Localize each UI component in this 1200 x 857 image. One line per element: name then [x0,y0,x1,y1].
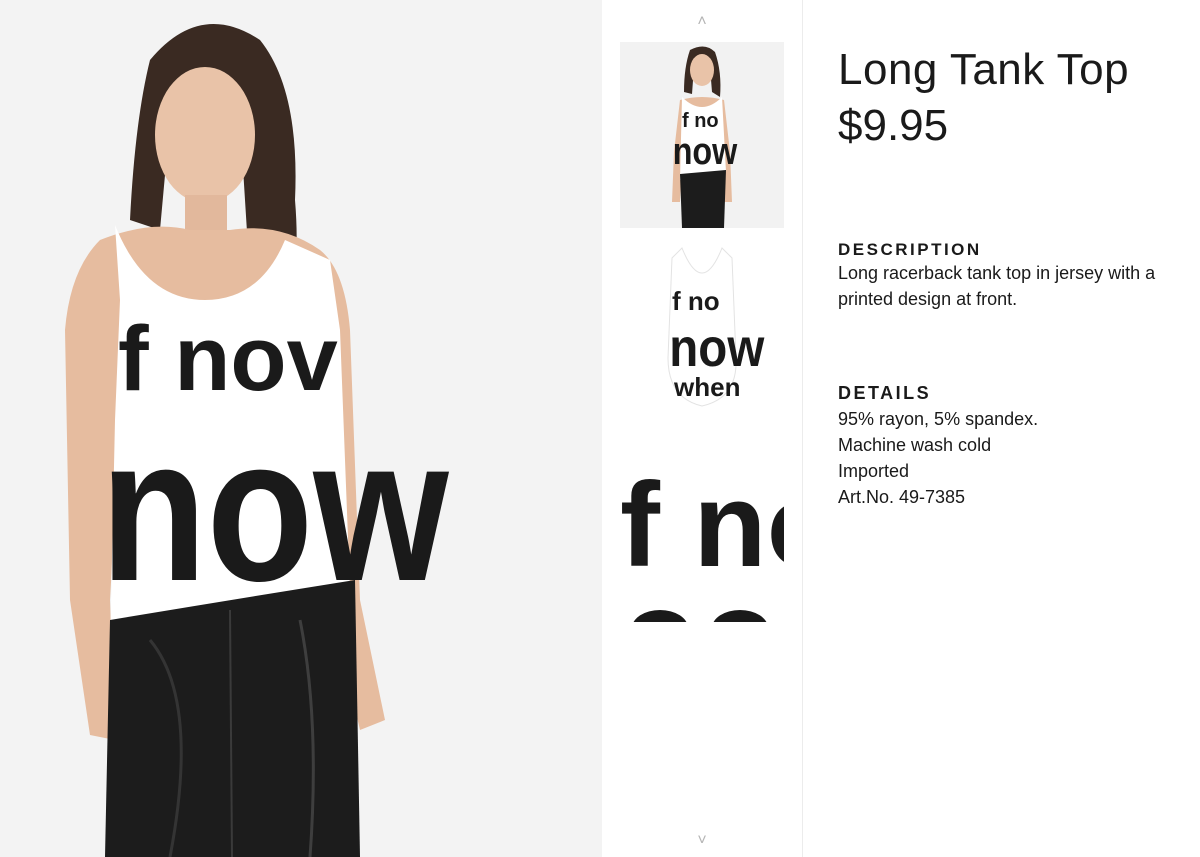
svg-text:now: now [100,396,449,624]
thumbnail-detail[interactable]: f no [620,436,784,622]
details-line: 95% rayon, 5% spandex. [838,409,1039,429]
details-line: Art.No. 49-7385 [838,487,966,507]
thumbnail-gallery: ˄ f no now f no now when f no ˅ [602,0,803,857]
description-heading: DESCRIPTION [838,240,982,259]
details-line: Machine wash cold [838,435,992,455]
chevron-up-icon[interactable]: ˄ [602,14,802,30]
product-header: Long Tank Top $9.95 [838,44,1188,152]
model-photo: f nov now [0,0,602,857]
svg-text:f no: f no [672,286,720,316]
main-product-image: f nov now [0,0,602,857]
svg-text:when: when [673,372,740,402]
product-price: $9.95 [838,101,949,150]
svg-text:now: now [669,317,764,378]
details-section: DETAILS 95% rayon, 5% spandex. Machine w… [838,380,1188,510]
thumbnail-detail-image: f no [620,436,784,622]
thumbnail-flat-image: f no now when [620,238,784,424]
details-heading: DETAILS [838,383,932,403]
thumbnail-model[interactable]: f no now [620,42,784,228]
description-text: Long racerback tank top in jersey with a… [838,263,1156,309]
svg-text:f no: f no [682,110,719,132]
svg-text:f no: f no [620,458,784,592]
thumbnail-model-image: f no now [620,42,784,228]
product-title: Long Tank Top [838,45,1130,94]
description-section: DESCRIPTION Long racerback tank top in j… [838,240,1188,312]
details-line: Imported [838,461,910,481]
svg-text:now: now [673,131,738,173]
thumbnail-flat[interactable]: f no now when [620,238,784,424]
chevron-down-icon[interactable]: ˅ [602,833,802,849]
svg-text:f nov: f nov [118,308,338,410]
